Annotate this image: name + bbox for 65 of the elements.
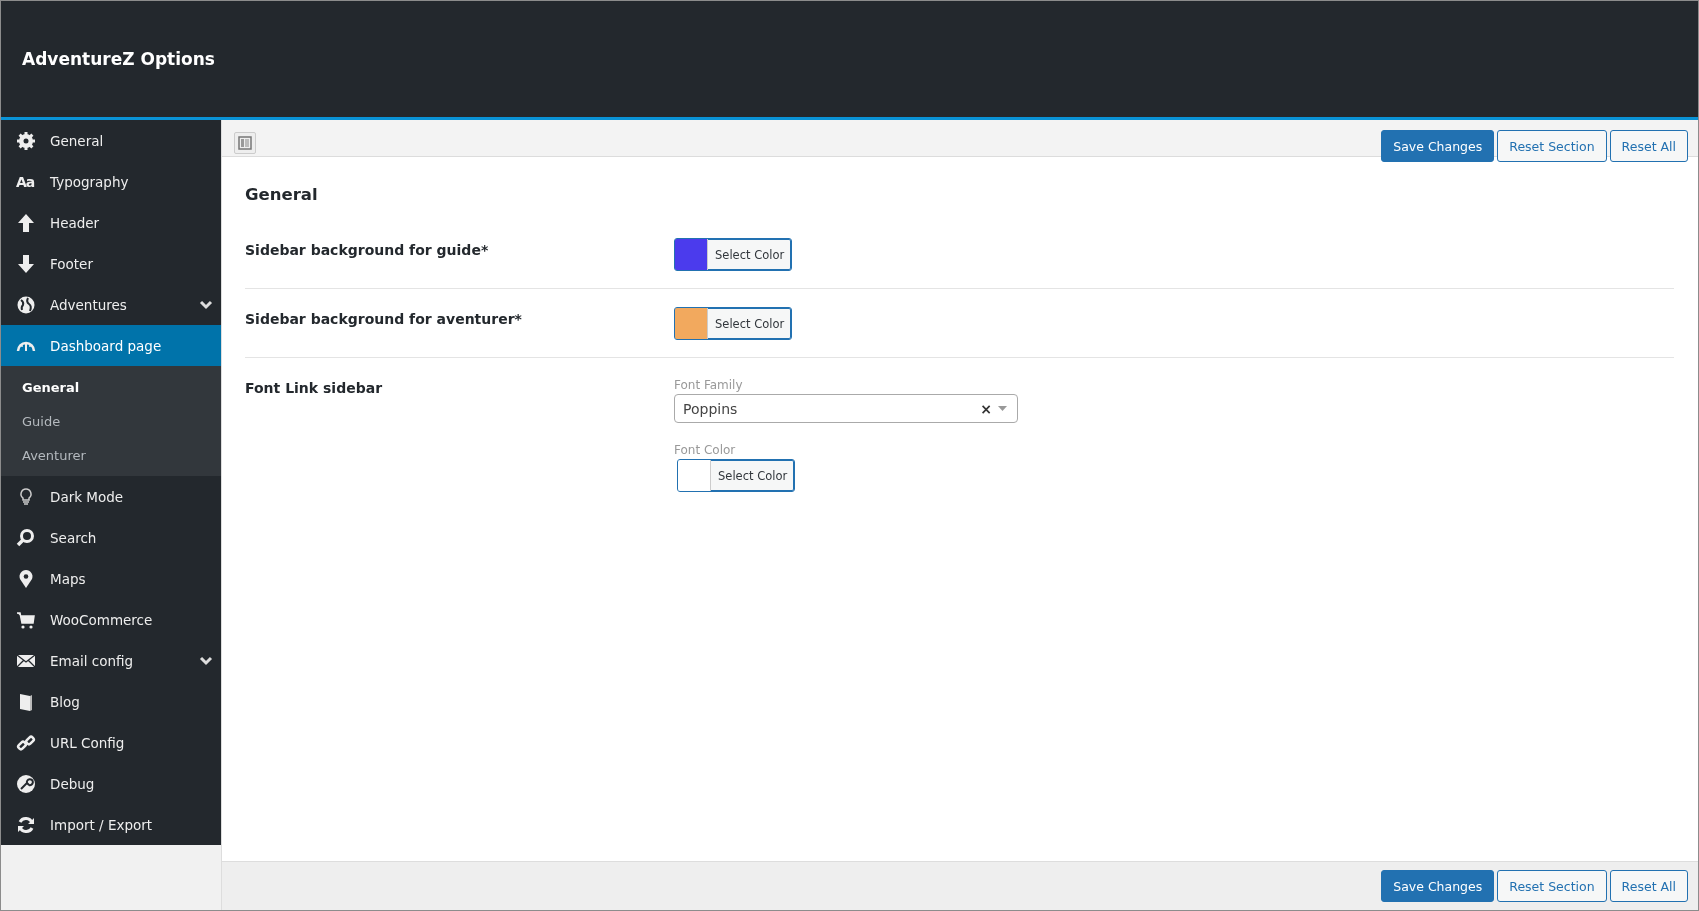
color-picker-button[interactable]: Select Color xyxy=(674,307,793,340)
sidebar-item[interactable]: Email config xyxy=(1,640,221,681)
sidebar-item[interactable]: Debug xyxy=(1,763,221,804)
sidebar-item-label: Email config xyxy=(50,652,135,669)
sidebar-item-label: URL Config xyxy=(50,734,126,751)
submenu-item[interactable]: General xyxy=(1,370,221,404)
font-family-select[interactable]: Poppins × xyxy=(674,394,1018,423)
sidebar-item[interactable]: Search xyxy=(1,517,221,558)
page-title: AdventureZ Options xyxy=(22,49,215,69)
reset-button[interactable]: Reset All xyxy=(1609,130,1688,162)
sidebar-item-label: Header xyxy=(50,214,101,231)
sidebar-item[interactable]: URL Config xyxy=(1,722,221,763)
sidebar-item[interactable]: Adventures xyxy=(1,284,221,325)
sidebar-item[interactable]: Header xyxy=(1,202,221,243)
sidebar-item-label: Debug xyxy=(50,775,96,792)
chain-link-icon xyxy=(16,732,36,753)
sidebar-item-label: WooCommerce xyxy=(50,611,154,628)
sidebar-item-label: Dashboard page xyxy=(50,337,163,354)
sidebar-item[interactable]: Aa Typography xyxy=(1,161,221,202)
color-picker-button[interactable]: Select Color xyxy=(674,238,793,271)
reset-button[interactable]: Reset Section xyxy=(1497,870,1607,902)
layout-icon[interactable] xyxy=(234,132,256,154)
select-value: Poppins xyxy=(683,400,739,417)
arrow-up-icon xyxy=(16,212,36,233)
field-label: Sidebar background for aventurer* xyxy=(245,310,523,329)
save-button[interactable]: Save Changes xyxy=(1381,130,1495,162)
sidebar-item[interactable]: Dashboard page xyxy=(1,325,221,366)
color-picker-button[interactable]: Select Color xyxy=(677,459,796,492)
field-label: Sidebar background for guide* xyxy=(245,241,490,260)
reset-button[interactable]: Reset Section xyxy=(1497,130,1607,162)
sidebar-item-label: General xyxy=(50,132,105,149)
sidebar-item-label: Blog xyxy=(50,693,81,710)
sidebar-item-label: Adventures xyxy=(50,296,128,313)
sidebar-item[interactable]: General xyxy=(1,120,221,161)
chevron-down-icon[interactable] xyxy=(199,655,213,666)
sidebar-item[interactable]: Import / Export xyxy=(1,804,221,845)
sidebar-item-label: Import / Export xyxy=(50,816,154,833)
globe-icon xyxy=(16,294,36,315)
save-button[interactable]: Save Changes xyxy=(1381,870,1495,902)
field-label: Font Link sidebar xyxy=(245,379,384,398)
sidebar-item[interactable]: Blog xyxy=(1,681,221,722)
sidebar-item-label: Typography xyxy=(50,173,130,190)
refresh-icon xyxy=(16,814,36,835)
font-family-label: Font Family xyxy=(674,378,743,392)
reset-button[interactable]: Reset All xyxy=(1609,870,1688,902)
gear-icon xyxy=(16,130,36,151)
clear-button[interactable]: × xyxy=(980,400,992,417)
sidebar-item-label: Search xyxy=(50,529,98,546)
font-color-label: Font Color xyxy=(674,443,736,457)
section-title: General xyxy=(245,185,319,204)
sidebar-item-label: Maps xyxy=(50,570,87,587)
sidebar-item[interactable]: Maps xyxy=(1,558,221,599)
sidebar-item[interactable]: Dark Mode xyxy=(1,476,221,517)
sidebar-item-label: Footer xyxy=(50,255,94,272)
arrow-down-icon xyxy=(16,253,36,274)
caret-icon[interactable] xyxy=(998,405,1007,412)
chevron-down-icon[interactable] xyxy=(199,299,213,310)
submenu-item[interactable]: Aventurer xyxy=(1,438,221,472)
sidebar-item[interactable]: WooCommerce xyxy=(1,599,221,640)
sidebar-item-label: Dark Mode xyxy=(50,488,125,505)
submenu-item[interactable]: Guide xyxy=(1,404,221,438)
cart-icon xyxy=(16,609,36,630)
font-icon: Aa xyxy=(16,173,36,190)
search-icon xyxy=(16,527,36,548)
sidebar-item[interactable]: Footer xyxy=(1,243,221,284)
